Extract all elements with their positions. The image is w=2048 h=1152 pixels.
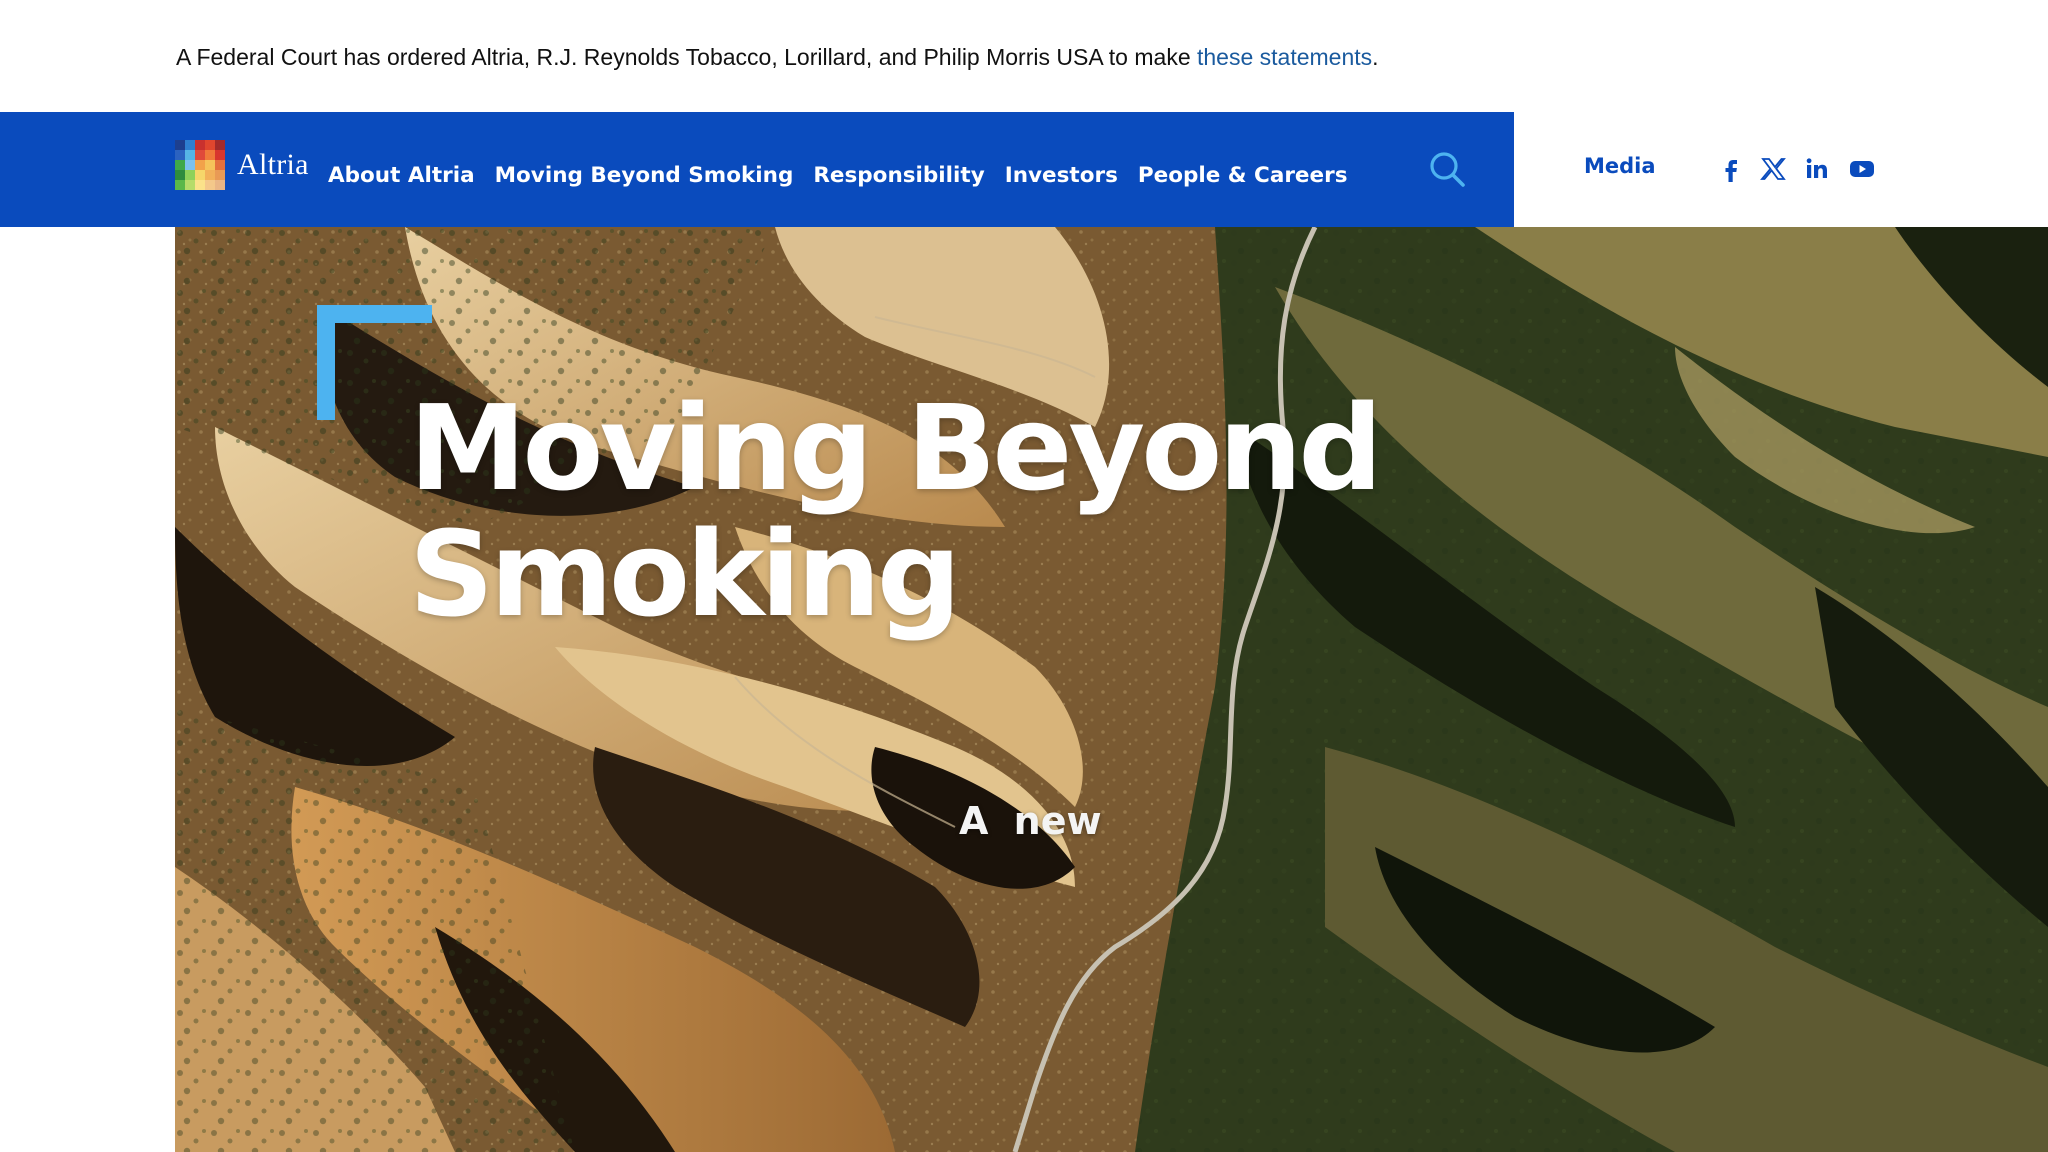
altria-logo-mosaic-icon — [175, 140, 225, 190]
youtube-icon[interactable] — [1848, 156, 1874, 182]
facebook-icon[interactable] — [1718, 156, 1744, 182]
brand-name: Altria — [237, 148, 309, 181]
search-icon[interactable] — [1428, 150, 1468, 190]
utility-bar: Media — [1514, 112, 2048, 227]
hero-title-line-1: Moving Beyond — [409, 379, 1383, 517]
linkedin-icon[interactable] — [1804, 156, 1830, 182]
aerial-landscape-image — [175, 227, 2048, 1152]
nav-responsibility[interactable]: Responsibility — [813, 163, 984, 188]
hero-title-line-2: Smoking — [409, 505, 961, 643]
altria-logo[interactable]: Altria — [175, 139, 309, 191]
nav-investors[interactable]: Investors — [1005, 163, 1118, 188]
nav-people-careers[interactable]: People & Careers — [1138, 163, 1348, 188]
x-icon[interactable] — [1760, 156, 1786, 182]
nav-about-altria[interactable]: About Altria — [328, 163, 475, 188]
hero-title: Moving Beyond Smoking — [409, 385, 1383, 637]
notice-text: A Federal Court has ordered Altria, R.J.… — [176, 44, 1379, 71]
these-statements-link[interactable]: these statements — [1197, 44, 1372, 70]
federal-court-notice: A Federal Court has ordered Altria, R.J.… — [0, 0, 2048, 112]
notice-suffix: . — [1372, 44, 1379, 70]
media-link[interactable]: Media — [1584, 154, 1656, 178]
main-navigation: Altria About Altria Moving Beyond Smokin… — [0, 112, 1514, 227]
notice-message: A Federal Court has ordered Altria, R.J.… — [176, 44, 1197, 70]
hero-banner: Moving Beyond Smoking A new — [175, 227, 2048, 1152]
nav-menu: About Altria Moving Beyond Smoking Respo… — [328, 112, 1368, 227]
hero-caption: A new — [959, 799, 1102, 843]
nav-moving-beyond-smoking[interactable]: Moving Beyond Smoking — [495, 163, 794, 188]
